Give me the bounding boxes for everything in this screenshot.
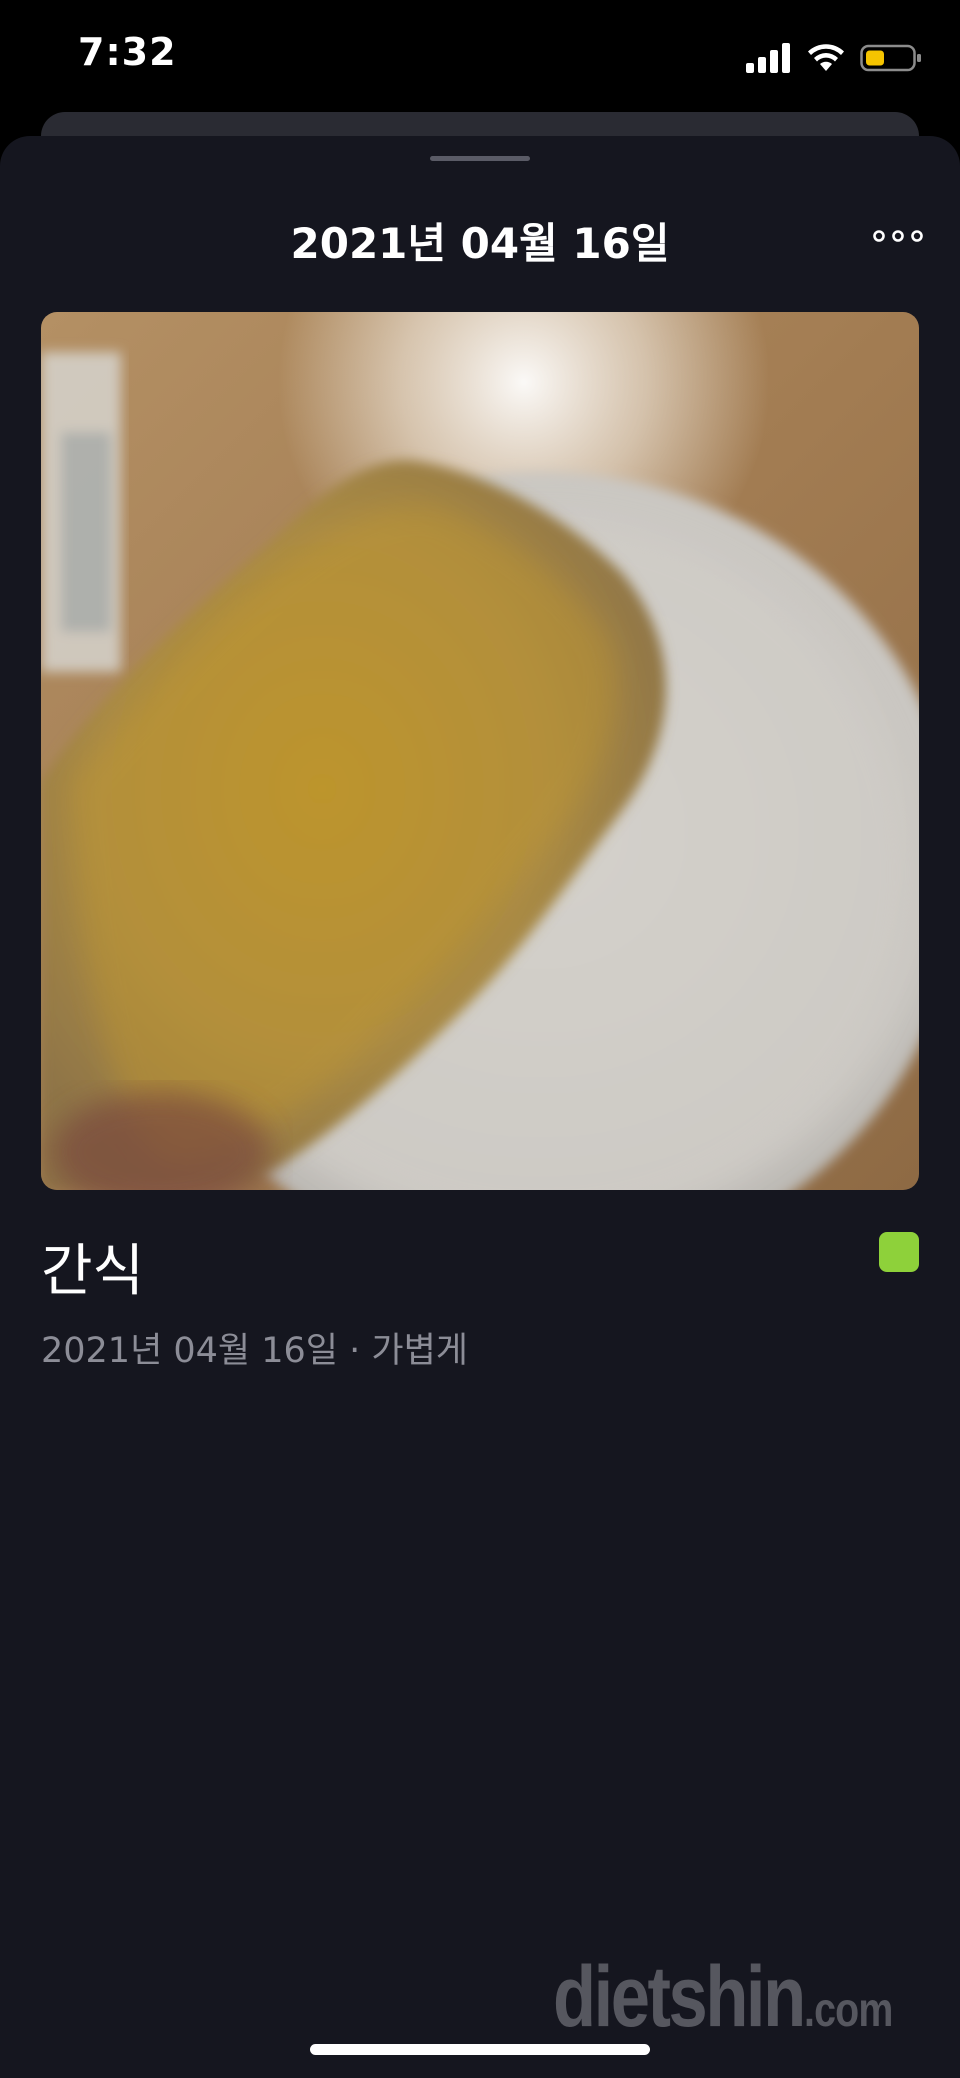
meal-meta: 2021년 04월 16일 · 가볍게 — [41, 1322, 468, 1373]
battery-icon — [860, 44, 921, 72]
status-time: 7:32 — [78, 30, 177, 74]
status-badge — [879, 1232, 919, 1272]
meta-separator: · — [338, 1331, 372, 1371]
wifi-icon — [808, 44, 844, 71]
cellular-signal-icon — [746, 43, 790, 73]
watermark-logo: dietshin .com — [498, 1948, 912, 2047]
more-options-button[interactable] — [870, 214, 926, 258]
status-bar: 7:32 — [0, 0, 960, 120]
food-photo-image — [41, 312, 919, 1190]
screen: 7:32 2021년 04월 16일 간식 2021년 04월 16일 · 가볍… — [0, 0, 960, 2078]
meta-date: 2021년 04월 16일 — [41, 1331, 338, 1371]
sheet-grabber-handle[interactable] — [430, 156, 530, 161]
ellipsis-icon — [873, 230, 923, 242]
food-photo[interactable] — [41, 312, 919, 1190]
meta-amount: 가볍게 — [371, 1331, 468, 1371]
detail-sheet: 2021년 04월 16일 간식 2021년 04월 16일 · 가볍게 die… — [0, 136, 960, 2078]
watermark-tld: .com — [803, 1984, 893, 2037]
home-indicator[interactable] — [310, 2044, 650, 2055]
watermark-main: dietshin — [553, 1949, 806, 2045]
status-icons — [746, 40, 922, 76]
meal-type-label: 간식 — [41, 1239, 145, 1304]
page-title: 2021년 04월 16일 — [290, 219, 670, 268]
